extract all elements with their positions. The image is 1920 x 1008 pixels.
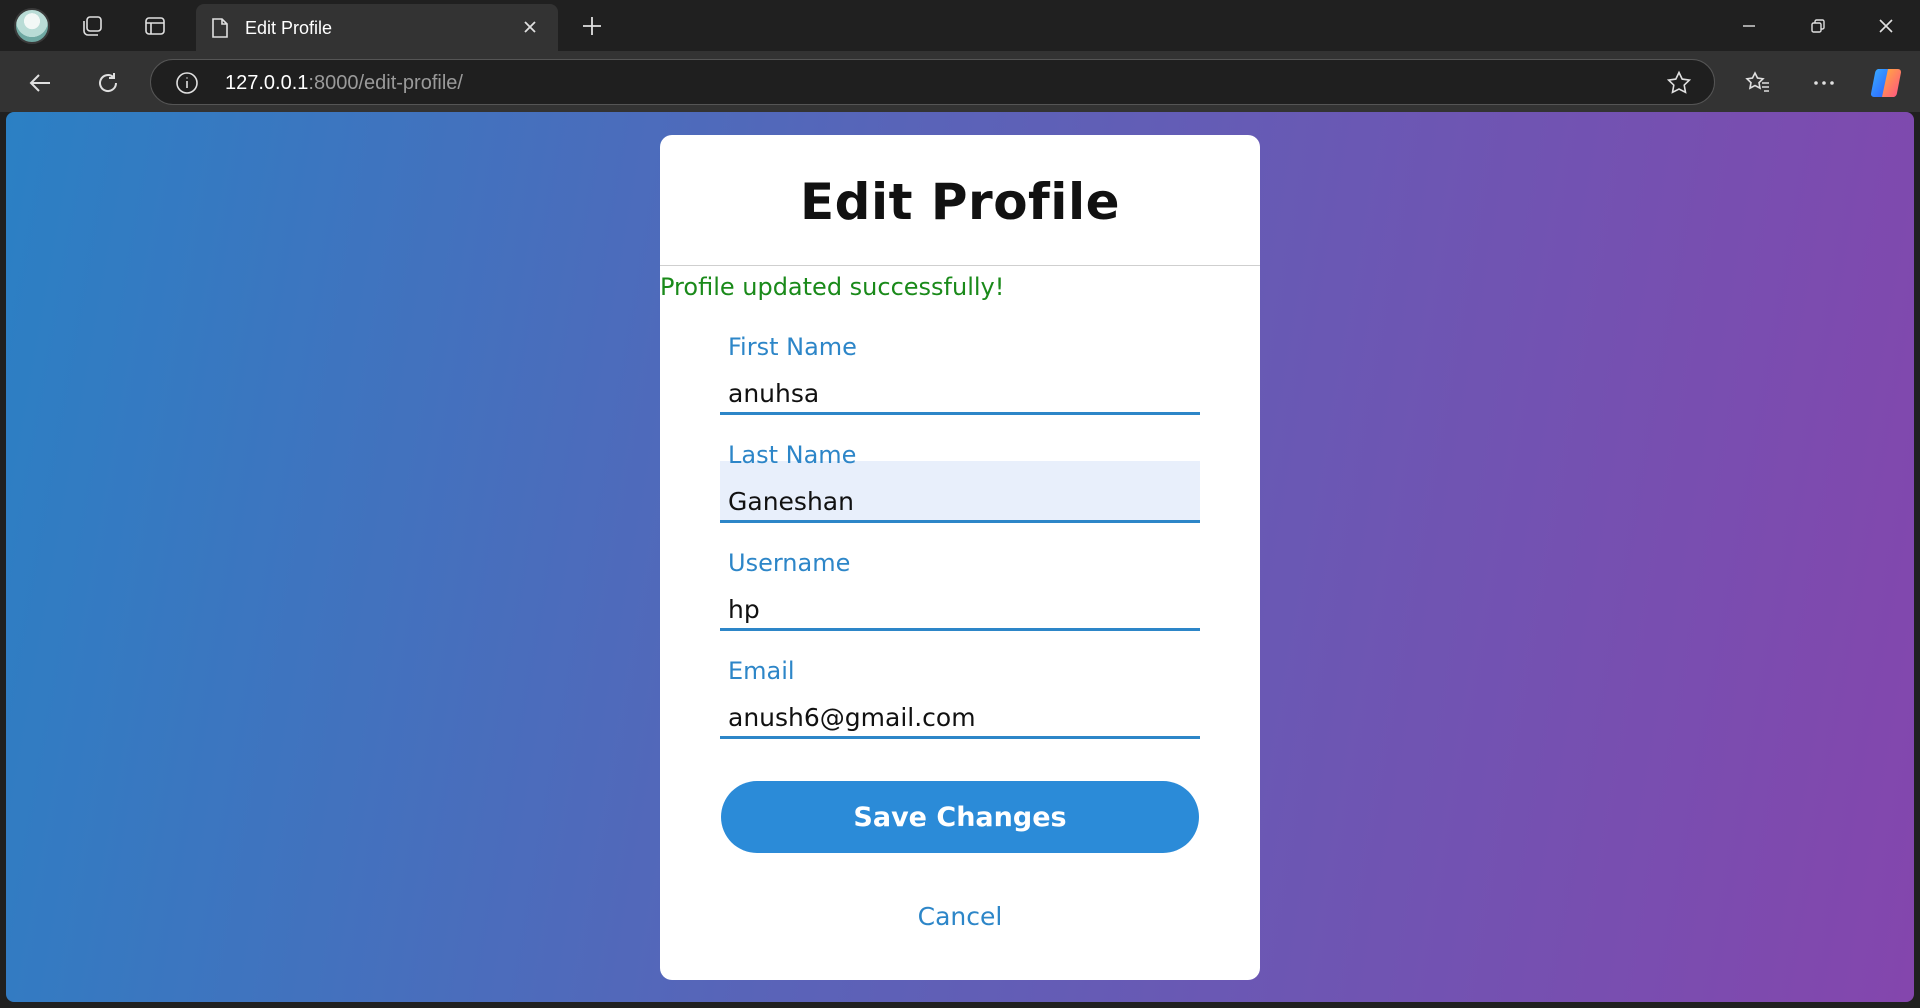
workspaces-icon[interactable] [74,8,110,44]
email-field: Email [720,657,1200,749]
email-label: Email [728,657,795,685]
url-text: 127.0.0.1:8000/edit-profile/ [225,72,463,94]
tab-strip: Edit Profile [0,0,1920,51]
address-bar[interactable]: 127.0.0.1:8000/edit-profile/ [150,59,1715,105]
success-message: Profile updated successfully! [660,273,1005,301]
cancel-link[interactable]: Cancel [660,902,1260,931]
reload-icon[interactable] [88,63,128,103]
last-name-input[interactable] [720,461,1200,523]
more-options-icon[interactable] [1804,63,1844,103]
restore-icon[interactable] [1783,0,1852,51]
profile-avatar[interactable] [14,8,50,44]
new-tab-icon[interactable] [574,8,610,44]
site-info-icon[interactable] [175,71,199,100]
favorites-icon[interactable] [1738,63,1778,103]
active-tab[interactable]: Edit Profile [196,4,558,51]
tab-title: Edit Profile [245,18,333,38]
page-icon [210,17,230,44]
page-title: Edit Profile [800,173,1120,231]
browser-toolbar: 127.0.0.1:8000/edit-profile/ [0,51,1920,112]
username-field: Username [720,549,1200,641]
save-changes-button[interactable]: Save Changes [721,781,1199,853]
page-viewport: Edit Profile Profile updated successfull… [6,112,1914,1002]
first-name-field: First Name [720,333,1200,425]
email-input[interactable] [720,677,1200,739]
favorite-star-icon[interactable] [1666,70,1692,101]
last-name-label: Last Name [728,441,857,469]
first-name-label: First Name [728,333,857,361]
copilot-icon[interactable] [1868,65,1904,101]
last-name-field: Last Name [720,441,1200,533]
minimize-icon[interactable] [1714,0,1783,51]
username-label: Username [728,549,851,577]
back-icon[interactable] [21,63,61,103]
first-name-input[interactable] [720,353,1200,415]
close-window-icon[interactable] [1851,0,1920,51]
close-tab-icon[interactable] [520,17,540,42]
tab-actions-icon[interactable] [137,8,173,44]
edit-profile-card: Edit Profile Profile updated successfull… [660,135,1260,980]
title-divider [660,265,1260,266]
username-input[interactable] [720,569,1200,631]
